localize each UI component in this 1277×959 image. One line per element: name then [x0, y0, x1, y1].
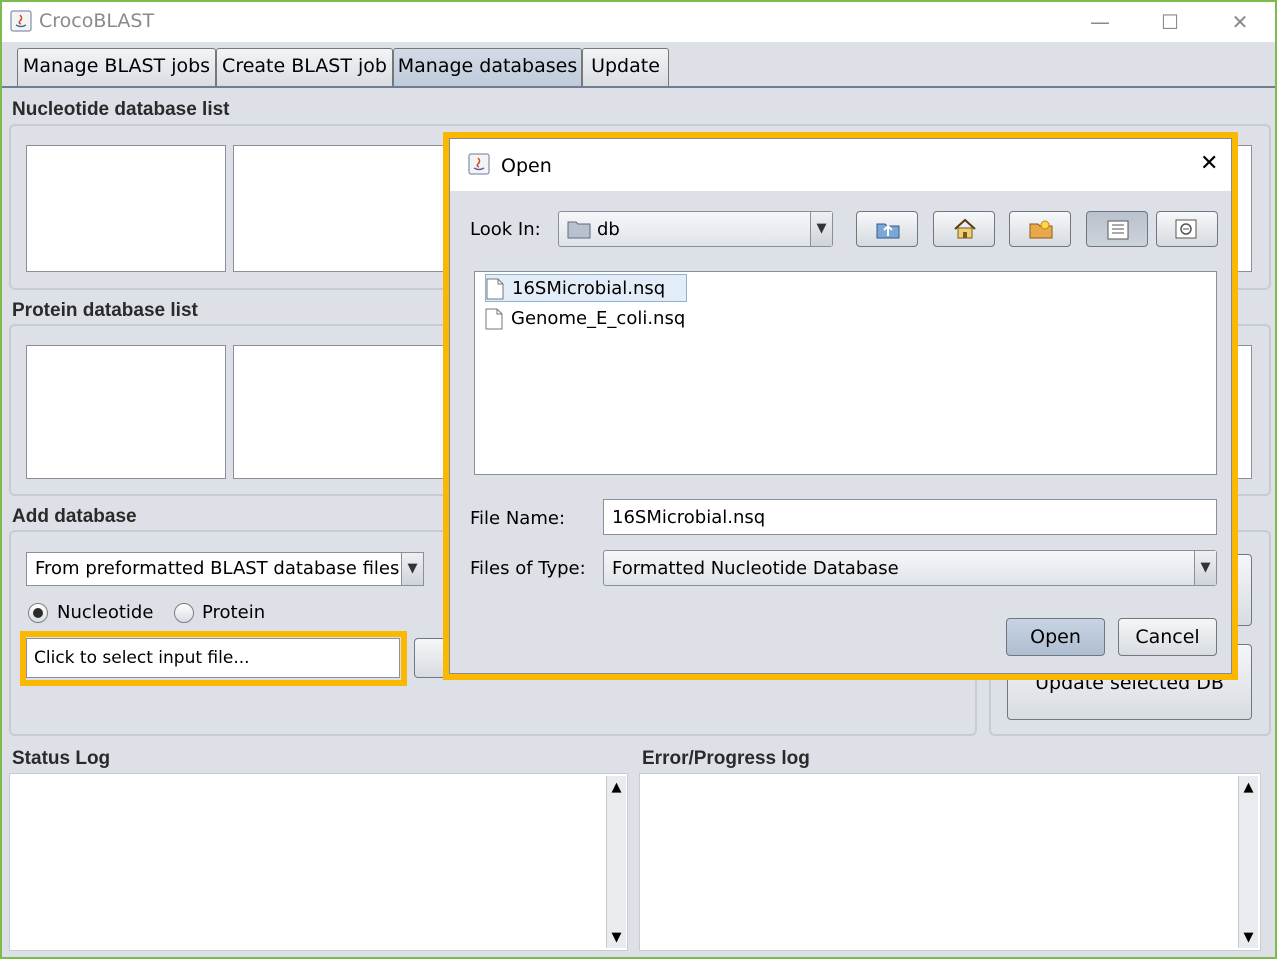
tab-manage-databases[interactable]: Manage databases	[393, 48, 582, 86]
nucleotide-list-title: Nucleotide database list	[12, 99, 230, 120]
protein-radio-label: Protein	[202, 602, 266, 623]
scroll-down-icon[interactable]: ▼	[607, 928, 626, 948]
protein-list-box-2[interactable]	[233, 345, 453, 479]
tab-bar: Manage BLAST jobs Create BLAST job Manag…	[2, 42, 1275, 88]
status-log-scrollbar[interactable]: ▲ ▼	[606, 776, 626, 948]
scroll-down-icon[interactable]: ▼	[1239, 928, 1258, 948]
tab-manage-blast-jobs[interactable]: Manage BLAST jobs	[17, 48, 216, 86]
protein-list-box-1[interactable]	[26, 345, 226, 479]
window-title: CrocoBLAST	[39, 10, 155, 32]
tab-create-blast-job[interactable]: Create BLAST job	[216, 48, 393, 86]
error-log-scrollbar[interactable]: ▲ ▼	[1238, 776, 1258, 948]
scroll-up-icon[interactable]: ▲	[607, 778, 626, 798]
crocoblast-window: CrocoBLAST — ☐ ✕ Manage BLAST jobs Creat…	[0, 0, 1277, 959]
nucleotide-list-box-1[interactable]	[26, 145, 226, 272]
nucleotide-radio[interactable]	[28, 603, 48, 623]
title-bar: CrocoBLAST — ☐ ✕	[2, 2, 1275, 42]
database-source-value: From preformatted BLAST database files	[35, 558, 400, 579]
error-log-title: Error/Progress log	[642, 748, 810, 769]
tab-update[interactable]: Update	[582, 48, 669, 86]
database-source-select[interactable]: From preformatted BLAST database files ▼	[26, 552, 424, 586]
minimize-button[interactable]: —	[1080, 8, 1120, 36]
chevron-down-icon: ▼	[401, 553, 423, 585]
maximize-button[interactable]: ☐	[1150, 8, 1190, 36]
status-log-title: Status Log	[12, 748, 111, 769]
add-database-title: Add database	[12, 506, 137, 527]
nucleotide-list-box-2[interactable]	[233, 145, 453, 272]
nucleotide-radio-label: Nucleotide	[57, 602, 154, 623]
java-app-icon	[10, 10, 32, 32]
close-window-button[interactable]: ✕	[1220, 8, 1260, 36]
input-file-highlight	[20, 631, 407, 686]
error-log-area[interactable]	[639, 773, 1261, 951]
protein-radio[interactable]	[174, 603, 194, 623]
protein-list-title: Protein database list	[12, 300, 198, 321]
dialog-highlight	[443, 132, 1238, 680]
scroll-up-icon[interactable]: ▲	[1239, 778, 1258, 798]
radio-selected-dot	[33, 608, 43, 618]
status-log-area[interactable]	[9, 773, 628, 951]
